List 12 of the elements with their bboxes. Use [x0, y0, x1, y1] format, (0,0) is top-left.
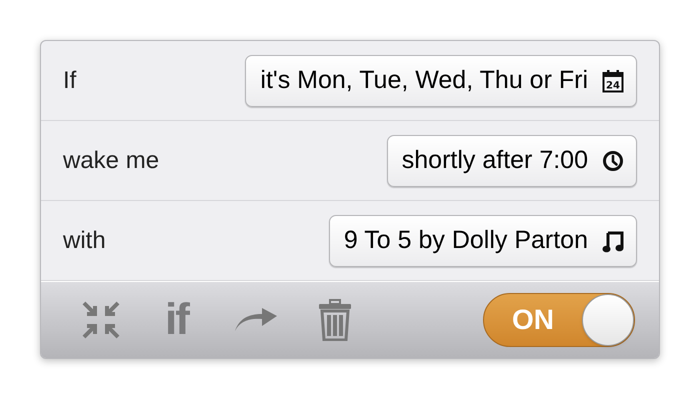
value-button[interactable]: it's Mon, Tue, Wed, Thu or Fri 24: [245, 54, 637, 106]
trash-icon[interactable]: [318, 299, 352, 341]
row-label: wake me: [63, 146, 160, 176]
row-label: with: [63, 226, 106, 256]
value-button[interactable]: shortly after 7:00: [386, 134, 637, 186]
collapse-icon[interactable]: [81, 300, 121, 340]
calendar-icon: 24: [602, 68, 624, 92]
clock-icon: [602, 150, 624, 172]
value-button[interactable]: 9 To 5 by Dolly Parton: [328, 214, 637, 266]
music-note-icon: [602, 228, 624, 252]
row-label: If: [63, 66, 76, 96]
toggle-knob[interactable]: [582, 294, 634, 346]
